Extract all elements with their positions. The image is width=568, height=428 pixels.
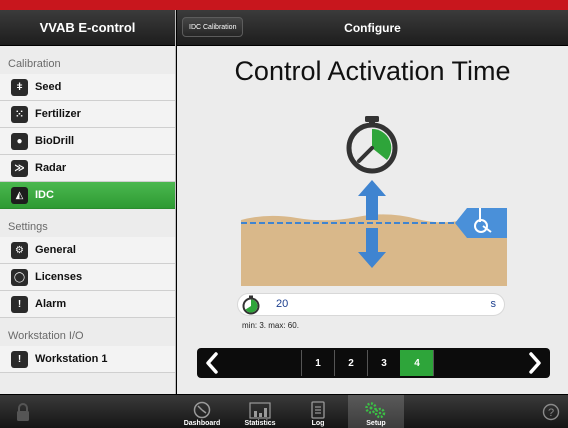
biodrill-icon: ● [11, 132, 28, 150]
sidebar-title: VVAB E-control [0, 10, 175, 46]
sidebar-item-label: Licenses [35, 271, 83, 283]
activation-time-unit: s [490, 298, 497, 310]
sidebar-item-label: Seed [35, 81, 62, 93]
section-title-workstation-io: Workstation I/O [8, 330, 84, 342]
log-icon [311, 401, 325, 419]
sidebar-item-biodrill[interactable]: ● BioDrill [0, 128, 175, 155]
activation-time-value: 20 [276, 298, 289, 310]
tab-label: Statistics [244, 420, 276, 427]
help-icon[interactable]: ? [542, 403, 560, 421]
stopwatch-small-icon [242, 295, 260, 315]
tab-setup[interactable]: Setup [348, 395, 404, 428]
sidebar-item-fertilizer[interactable]: ⁙ Fertilizer [0, 101, 175, 128]
main-panel: IDC Calibration Configure Control Activa… [177, 10, 568, 394]
setup-icon [365, 402, 386, 419]
previous-page-button[interactable] [197, 348, 227, 378]
sidebar-item-label: General [35, 244, 76, 256]
fertilizer-icon: ⁙ [11, 105, 28, 123]
sidebar-item-alarm[interactable]: ! Alarm [0, 291, 175, 318]
radar-icon: ≫ [11, 159, 28, 177]
bottom-tab-bar: Dashboard Statistics Log Setup ? [0, 394, 568, 428]
dashboard-icon [193, 401, 211, 419]
statistics-icon [249, 402, 271, 419]
alarm-icon: ! [11, 295, 28, 313]
top-brand-strip [0, 0, 568, 10]
page-3-button[interactable]: 3 [367, 350, 400, 376]
sidebar-item-label: BioDrill [35, 135, 75, 147]
tab-label: Setup [366, 420, 386, 427]
section-title-calibration: Calibration [8, 58, 61, 70]
range-hint: min: 3. max: 60. [242, 321, 299, 330]
sidebar-item-radar[interactable]: ≫ Radar [0, 155, 175, 182]
activation-time-field[interactable]: 20 s [237, 293, 505, 316]
sidebar-item-label: Radar [35, 162, 67, 174]
licenses-icon: ◯ [11, 268, 28, 286]
lock-icon[interactable] [16, 402, 30, 422]
sidebar-item-idc[interactable]: ◭ IDC [0, 182, 175, 209]
page-divider [433, 350, 434, 376]
sidebar-item-label: Alarm [35, 298, 67, 310]
svg-text:?: ? [548, 407, 554, 419]
sidebar: VVAB E-control Calibration ǂ Seed ⁙ Fert… [0, 10, 176, 394]
sidebar-item-label: IDC [35, 189, 54, 201]
section-title-settings: Settings [8, 221, 48, 233]
tab-label: Dashboard [183, 420, 221, 427]
sidebar-item-label: Fertilizer [35, 108, 81, 120]
next-page-button[interactable] [520, 348, 550, 378]
page-navigator: 1 2 3 4 [197, 348, 550, 378]
page-4-button[interactable]: 4 [400, 350, 433, 376]
sidebar-item-licenses[interactable]: ◯ Licenses [0, 264, 175, 291]
page-1-button[interactable]: 1 [301, 350, 334, 376]
sidebar-item-label: Workstation 1 [35, 353, 108, 365]
general-icon: ⚙ [11, 241, 28, 259]
tab-log[interactable]: Log [290, 395, 346, 428]
stopwatch-icon [346, 116, 398, 174]
seed-icon: ǂ [11, 78, 28, 96]
page-2-button[interactable]: 2 [334, 350, 367, 376]
chevron-left-icon [206, 352, 218, 374]
idc-icon: ◭ [11, 186, 28, 204]
tab-statistics[interactable]: Statistics [232, 395, 288, 428]
activation-illustration [241, 116, 507, 286]
up-arrow-icon [358, 180, 386, 220]
tab-label: Log [311, 420, 325, 427]
chevron-right-icon [529, 352, 541, 374]
main-header: IDC Calibration Configure [177, 10, 568, 46]
sidebar-item-seed[interactable]: ǂ Seed [0, 74, 175, 101]
tab-dashboard[interactable]: Dashboard [174, 395, 230, 428]
sidebar-item-general[interactable]: ⚙ General [0, 237, 175, 264]
workstation-icon: ! [11, 350, 28, 368]
page-title: Control Activation Time [234, 56, 511, 86]
back-button[interactable]: IDC Calibration [182, 17, 244, 37]
sidebar-item-workstation-1[interactable]: ! Workstation 1 [0, 346, 175, 373]
